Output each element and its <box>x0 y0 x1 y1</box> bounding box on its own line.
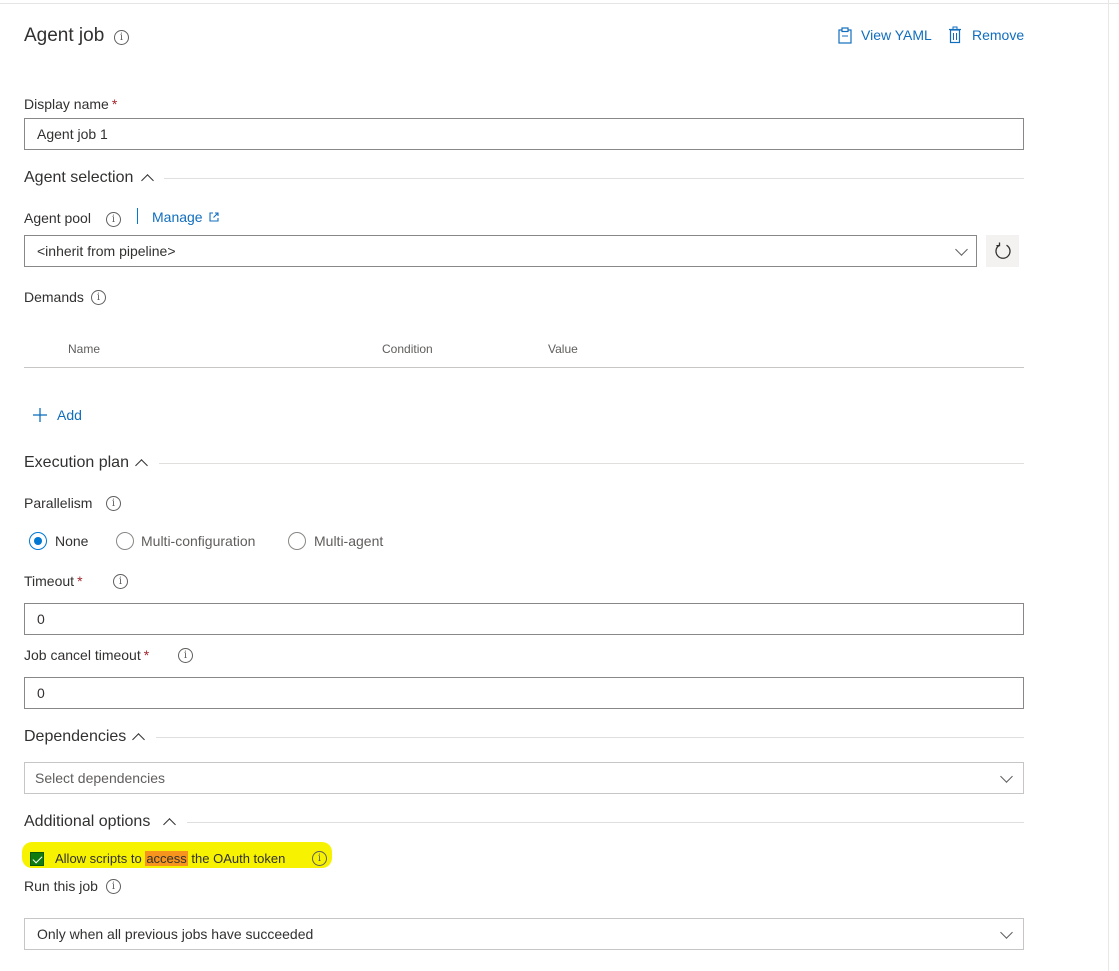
dependencies-placeholder: Select dependencies <box>35 770 165 786</box>
timeout-value: 0 <box>37 611 45 627</box>
radio-none-label[interactable]: None <box>55 533 88 549</box>
info-icon[interactable]: i <box>178 648 193 663</box>
oauth-text-highlighted: access <box>145 851 188 866</box>
radio-multi-configuration-label[interactable]: Multi-configuration <box>141 533 255 549</box>
display-name-value: Agent job 1 <box>37 126 108 142</box>
agent-selection-title: Agent selection <box>24 169 134 186</box>
job-cancel-timeout-label: Job cancel timeout * <box>24 647 149 663</box>
dependencies-dropdown[interactable]: Select dependencies <box>24 762 1024 794</box>
section-divider <box>164 178 1024 179</box>
info-icon[interactable]: i <box>113 574 128 589</box>
column-header-value[interactable]: Value <box>548 342 578 356</box>
chevron-down-icon <box>1000 770 1013 783</box>
manage-link[interactable]: Manage <box>152 209 219 227</box>
column-header-name[interactable]: Name <box>68 342 100 356</box>
refresh-button[interactable] <box>986 235 1019 267</box>
info-icon[interactable]: i <box>312 851 327 866</box>
oauth-text-start: Allow scripts to <box>55 851 146 866</box>
required-asterisk: * <box>143 647 150 663</box>
info-icon[interactable]: i <box>106 212 121 227</box>
agent-pool-label: Agent pool <box>24 210 91 226</box>
run-condition-value: Only when all previous jobs have succeed… <box>37 926 314 942</box>
table-header-divider <box>24 367 1024 368</box>
page-title: Agent job <box>24 25 105 46</box>
manage-link-label: Manage <box>152 209 203 225</box>
column-header-condition[interactable]: Condition <box>382 342 433 356</box>
display-name-label-text: Display name <box>24 96 109 112</box>
radio-none[interactable] <box>29 532 47 550</box>
agent-pool-value: <inherit from pipeline> <box>37 243 176 259</box>
radio-multi-agent[interactable] <box>288 532 306 550</box>
radio-multi-agent-label[interactable]: Multi-agent <box>314 533 383 549</box>
run-condition-dropdown[interactable]: Only when all previous jobs have succeed… <box>24 918 1024 950</box>
chevron-up-icon[interactable] <box>163 818 176 831</box>
job-cancel-timeout-input[interactable]: 0 <box>24 677 1024 709</box>
trash-icon <box>949 26 961 44</box>
demands-label: Demands <box>24 289 84 305</box>
refresh-icon <box>995 242 1011 259</box>
oauth-checkbox-label[interactable]: Allow scripts to access the OAuth token <box>55 851 285 866</box>
display-name-input[interactable]: Agent job 1 <box>24 118 1024 150</box>
info-icon[interactable]: i <box>106 879 121 894</box>
timeout-label-text: Timeout <box>24 573 75 589</box>
section-divider <box>159 463 1024 464</box>
radio-multi-configuration[interactable] <box>116 532 134 550</box>
chevron-up-icon[interactable] <box>135 459 148 472</box>
dependencies-title: Dependencies <box>24 728 127 745</box>
link-separator <box>137 208 138 224</box>
info-icon[interactable]: i <box>91 290 106 305</box>
required-asterisk: * <box>111 96 118 112</box>
chevron-up-icon[interactable] <box>132 733 145 746</box>
section-divider <box>187 822 1024 823</box>
display-name-label: Display name * <box>24 96 117 112</box>
oauth-checkbox[interactable] <box>30 852 44 866</box>
info-icon[interactable]: i <box>114 30 129 45</box>
timeout-label: Timeout * <box>24 573 83 589</box>
additional-options-title: Additional options <box>24 813 151 830</box>
timeout-input[interactable]: 0 <box>24 603 1024 635</box>
chevron-down-icon <box>1000 926 1013 939</box>
remove-label: Remove <box>972 27 1025 43</box>
info-icon[interactable]: i <box>106 496 121 511</box>
parallelism-label: Parallelism <box>24 495 93 511</box>
add-label: Add <box>57 407 82 423</box>
plus-icon <box>33 408 47 422</box>
chevron-up-icon[interactable] <box>141 174 154 187</box>
job-cancel-timeout-value: 0 <box>37 685 45 701</box>
section-divider <box>156 737 1024 738</box>
chevron-down-icon <box>955 243 968 256</box>
external-link-icon <box>209 212 219 222</box>
top-border <box>0 3 1119 4</box>
run-this-job-label: Run this job <box>24 878 98 894</box>
view-yaml-label: View YAML <box>861 27 932 43</box>
execution-plan-title: Execution plan <box>24 454 129 471</box>
agent-pool-dropdown[interactable]: <inherit from pipeline> <box>24 235 977 267</box>
panel-right-border <box>1108 0 1109 971</box>
oauth-text-end: the OAuth token <box>187 851 286 866</box>
required-asterisk: * <box>77 573 83 589</box>
clipboard-icon <box>838 27 852 44</box>
job-cancel-timeout-label-text: Job cancel timeout <box>24 647 141 663</box>
